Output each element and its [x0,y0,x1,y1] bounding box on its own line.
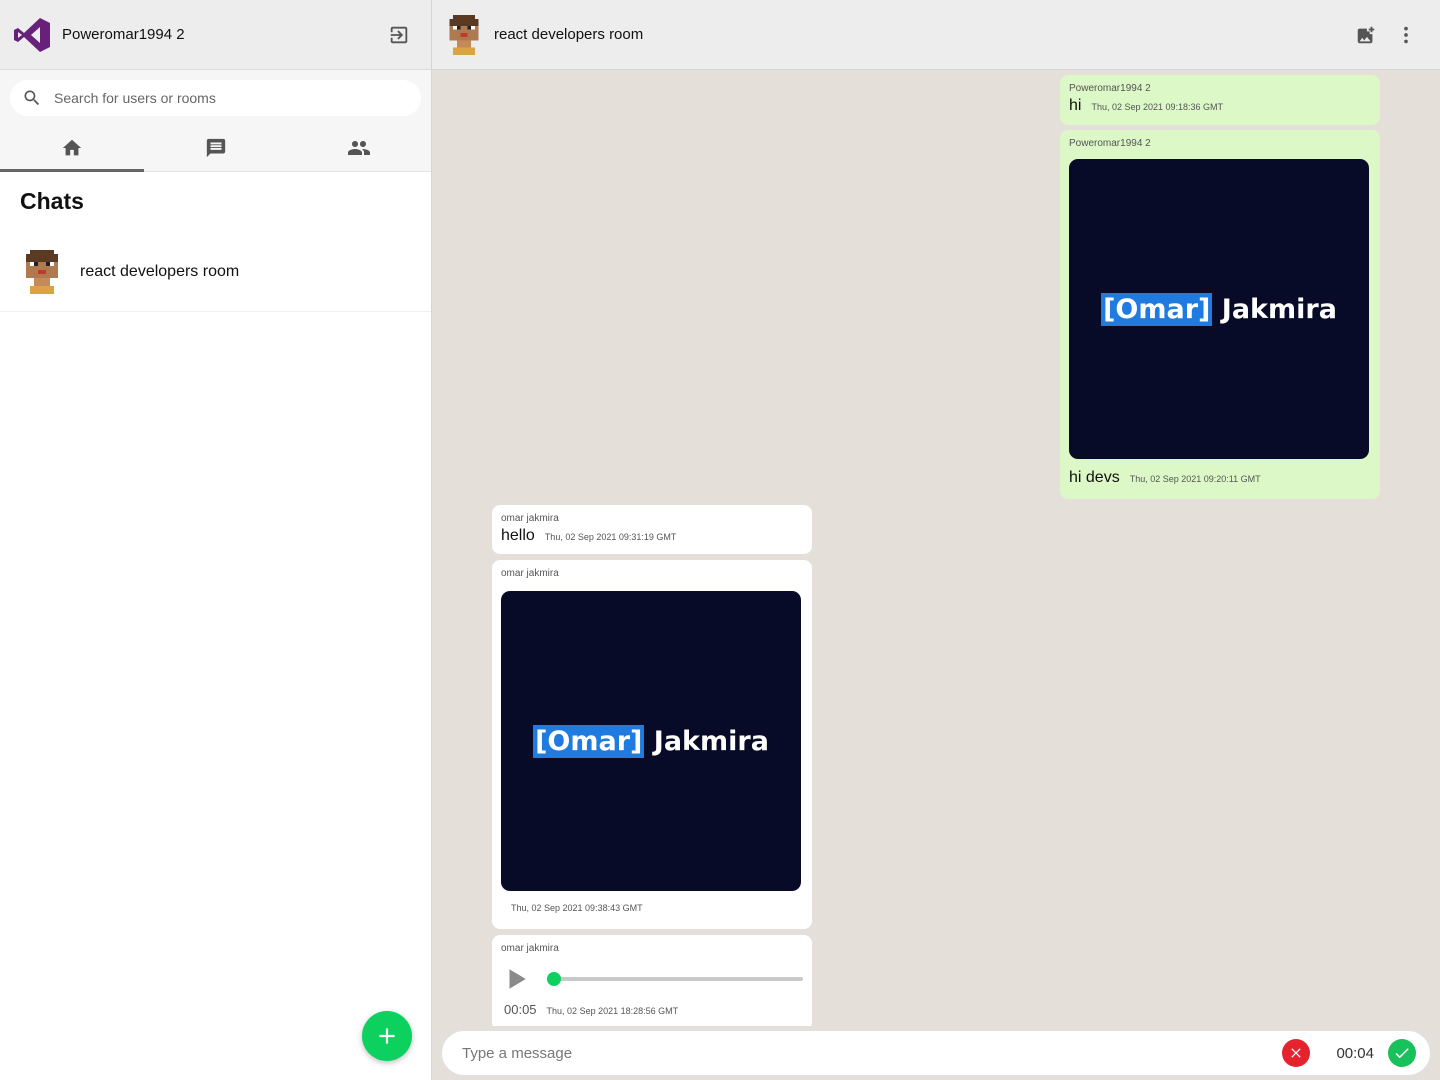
message-composer: 00:04 [441,1030,1431,1076]
chats-heading: Chats [20,188,84,214]
chat-icon [206,138,225,158]
logout-icon [390,26,408,43]
audio-progress-slider[interactable] [547,972,803,986]
message-text: hello [501,527,535,544]
message-time: Thu, 02 Sep 2021 09:20:11 GMT [1129,474,1261,484]
logout-button[interactable] [379,15,419,55]
message-bubble: omar jakmira [Omar] Jakmira Thu, 02 Sep … [492,560,812,929]
message-time: Thu, 02 Sep 2021 18:28:56 GMT [546,1006,679,1016]
play-button[interactable] [501,964,531,994]
message-text: hi [1069,97,1082,114]
chat-name: react developers room [80,262,240,280]
more-options-button[interactable] [1386,15,1426,55]
sidebar-tabs [0,125,431,172]
cancel-recording-button[interactable] [1282,1039,1311,1067]
message-sender: omar jakmira [501,568,559,579]
room-avatar [26,249,58,294]
username: Poweromar1994 2 [62,26,185,43]
message-sender: Poweromar1994 2 [1069,83,1151,94]
check-icon [1395,1048,1409,1059]
image-logo-text: Jakmira [1221,293,1337,325]
more-vert-icon [1404,26,1408,43]
message-sender: Poweromar1994 2 [1069,138,1151,149]
message-image[interactable]: [Omar] Jakmira [501,591,801,891]
new-chat-button[interactable] [362,1011,412,1061]
message-bubble: Poweromar1994 2 hi Thu, 02 Sep 2021 09:1… [1060,75,1380,125]
room-avatar[interactable] [446,14,482,55]
audio-duration: 00:05 [504,1002,537,1017]
search-box [10,79,421,116]
message-text: hi devs [1069,469,1120,486]
message-time: Thu, 02 Sep 2021 09:38:43 GMT [511,903,643,913]
message-image[interactable]: [Omar] Jakmira [1069,159,1369,459]
message-sender: omar jakmira [501,513,559,524]
message-list[interactable]: Poweromar1994 2 hi Thu, 02 Sep 2021 09:1… [432,70,1440,1026]
message-input[interactable] [462,1044,1283,1062]
search-bar [0,70,431,125]
add-photo-button[interactable] [1346,15,1386,55]
close-icon [1291,1048,1302,1058]
send-recording-button[interactable] [1388,1039,1416,1067]
chat-header: react developers room [432,0,1440,70]
image-logo-text: Jakmira [653,725,769,757]
plus-icon [379,1028,395,1044]
people-icon [348,141,371,155]
message-time: Thu, 02 Sep 2021 09:18:36 GMT [1091,102,1224,112]
message-bubble: omar jakmira 00:05 Thu, 02 Sep 2021 18:2… [492,935,812,1026]
chat-panel: react developers room Poweromar1994 2 hi… [432,0,1440,1080]
message-bubble: Poweromar1994 2 [Omar] Jakmira hi devs T… [1060,130,1380,499]
play-icon [509,969,526,989]
tab-chats[interactable] [144,125,288,171]
search-icon [24,90,40,105]
search-input[interactable] [54,89,409,106]
sidebar: Poweromar1994 2 Search for users or room… [0,0,432,1080]
message-bubble: omar jakmira hello Thu, 02 Sep 2021 09:3… [492,505,812,554]
image-logo-highlight: [Omar] [1101,292,1213,326]
message-time: Thu, 02 Sep 2021 09:31:19 GMT [544,532,677,542]
tab-home[interactable] [0,125,144,172]
image-logo-highlight: [Omar] [533,724,645,758]
sidebar-header: Poweromar1994 2 [0,0,431,70]
audio-progress-thumb[interactable] [547,972,561,986]
audio-player [501,964,803,994]
tab-users[interactable] [287,125,431,171]
home-icon [62,139,81,156]
recording-timer: 00:04 [1336,1044,1374,1062]
room-title: react developers room [494,26,644,43]
message-sender: omar jakmira [501,943,559,954]
chat-list-item[interactable]: react developers room [0,232,431,312]
app-logo-icon [14,17,50,52]
add-photo-icon [1357,26,1375,43]
